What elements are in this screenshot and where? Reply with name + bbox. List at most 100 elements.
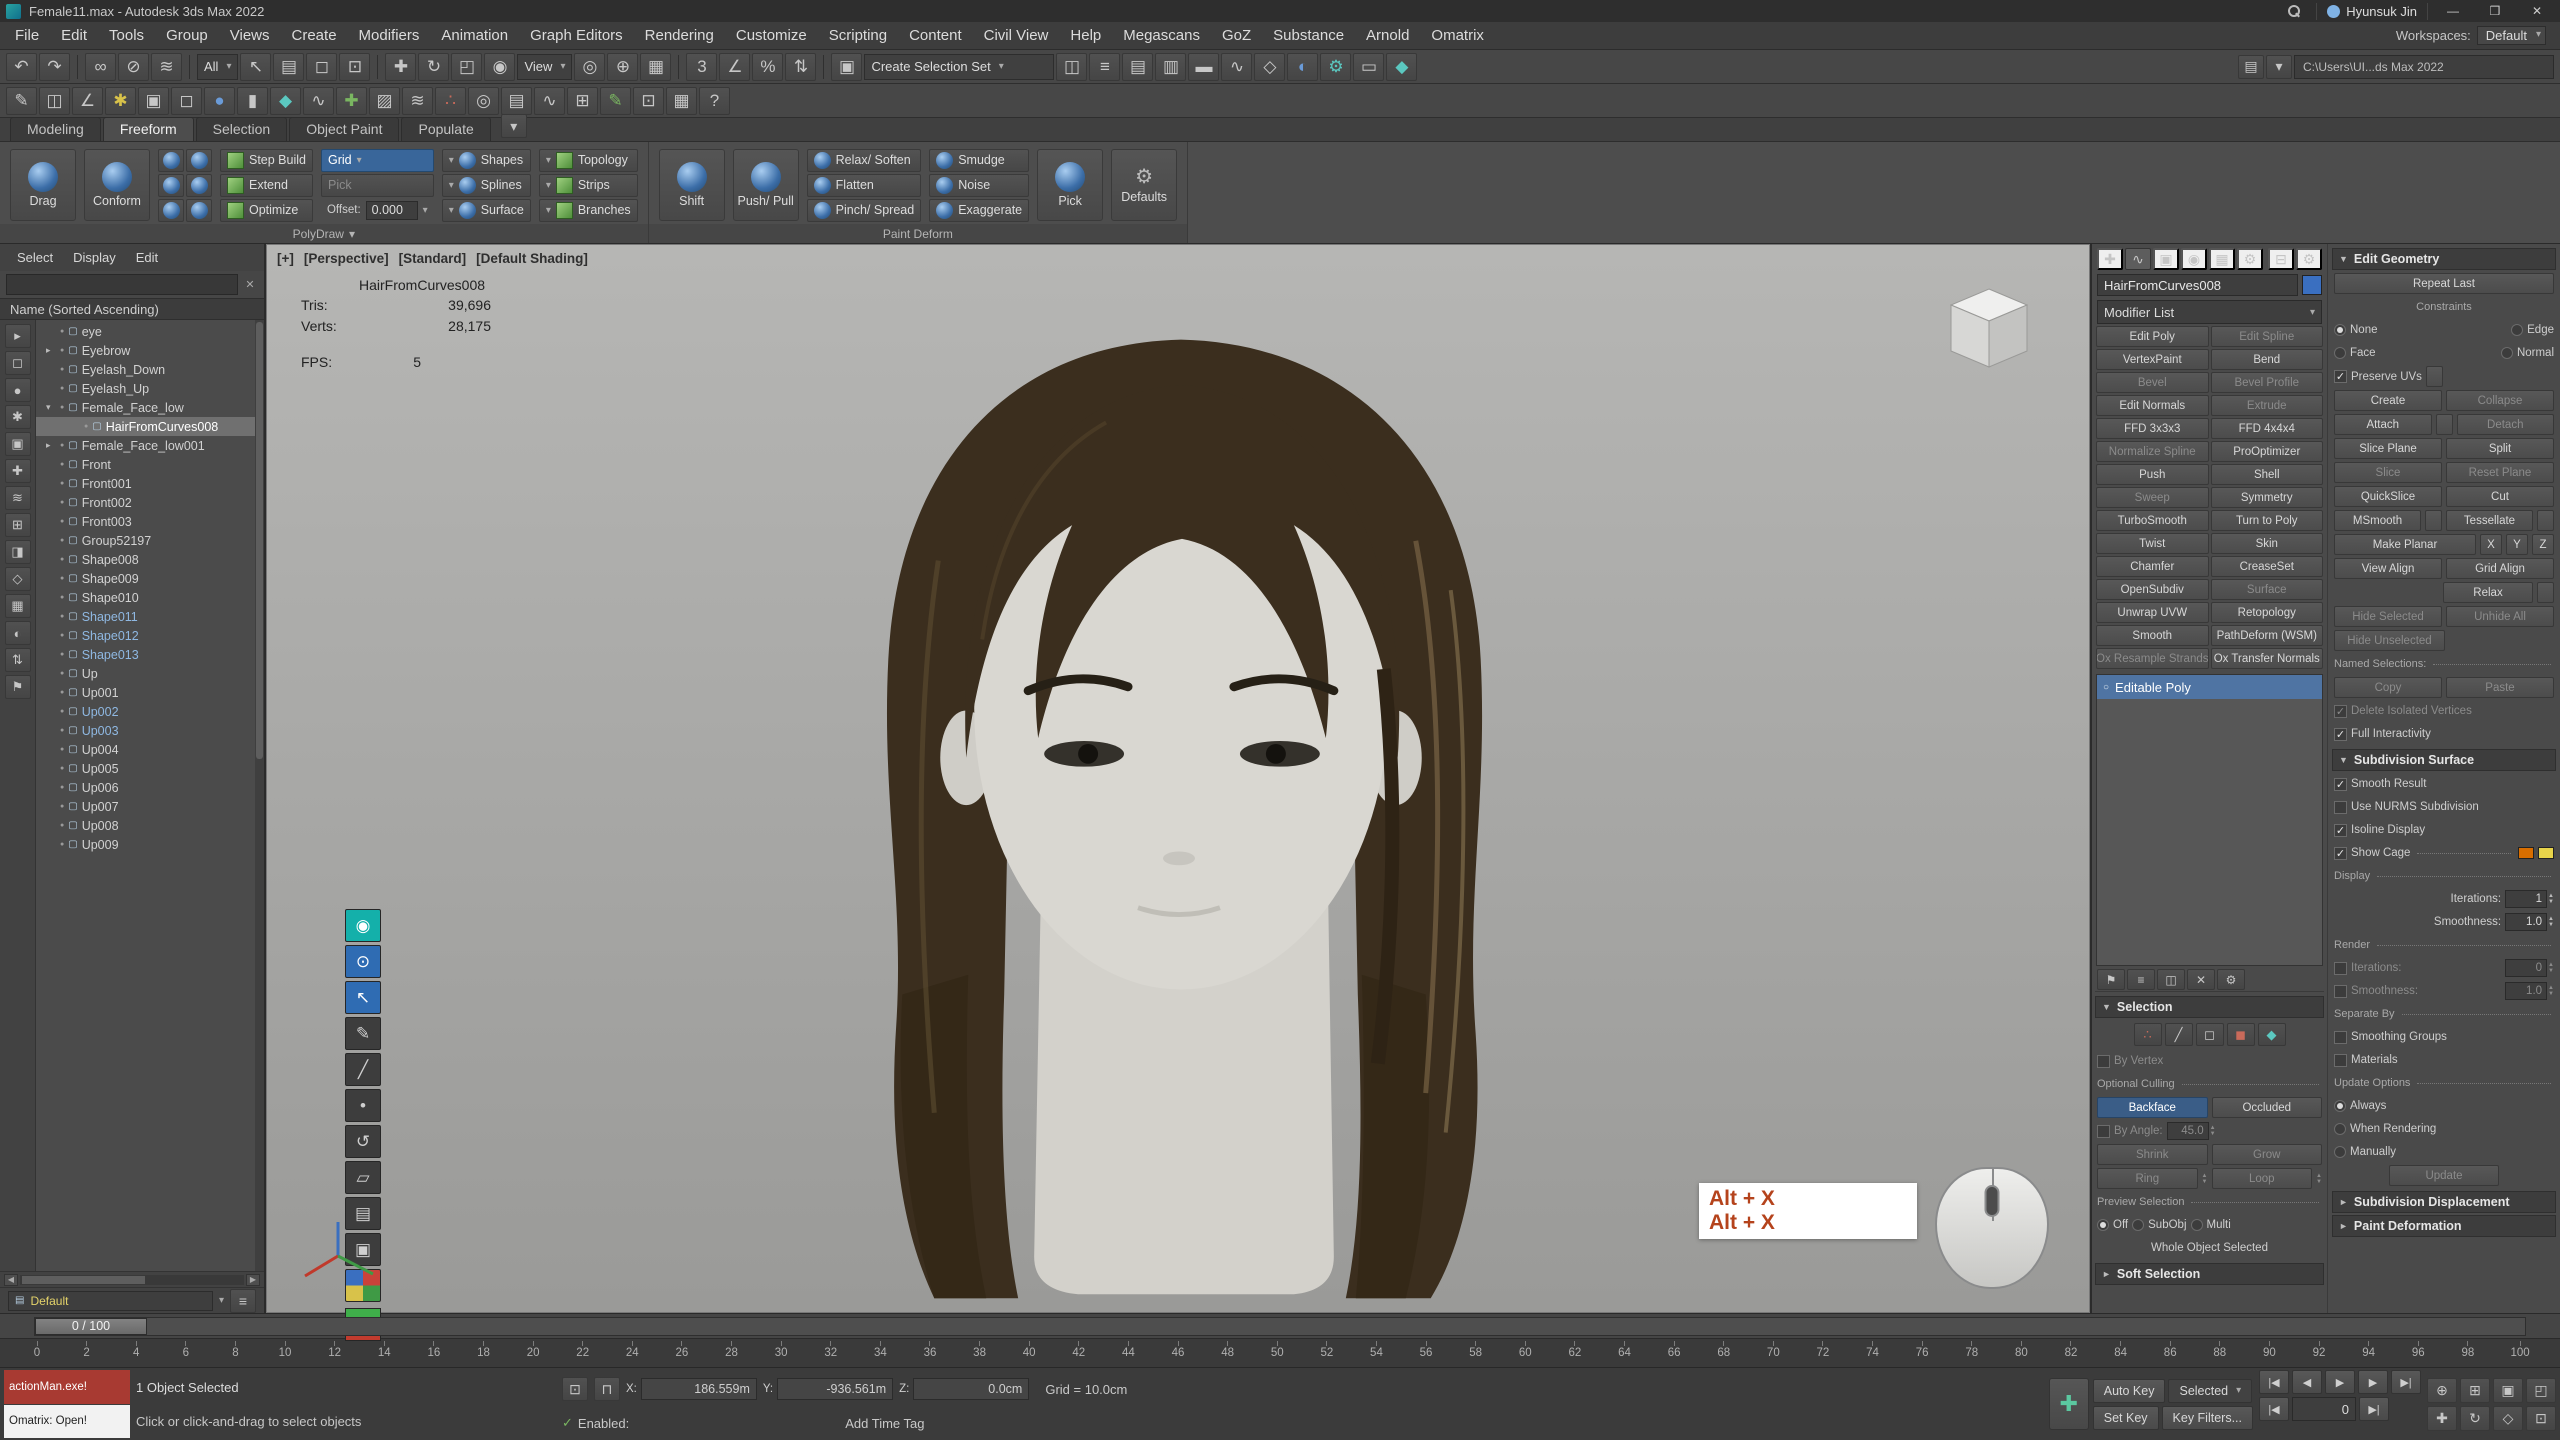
y-coordinate-field[interactable]: Y:-936.561m [763,1378,893,1400]
modify-tab-icon[interactable]: ∿ [2125,248,2151,270]
explorer-menu-item[interactable]: Display [64,248,125,267]
polydraw-brush-icon[interactable] [158,174,184,197]
paint-deformation-rollout-header[interactable]: ►Paint Deformation [2332,1215,2556,1237]
search-icon[interactable] [2288,5,2300,17]
modifier-button[interactable]: TurboSmooth [2096,510,2209,531]
render-iterations-spinner[interactable]: 0▲▼ [2505,959,2554,977]
pen-icon[interactable]: ✎ [345,1017,381,1050]
z-coordinate-field[interactable]: Z:0.0cm [899,1378,1029,1400]
strips-dropdown[interactable]: ▾Strips [539,174,638,197]
conform-button[interactable]: Conform [84,149,150,221]
relax-soften-button[interactable]: Relax/ Soften [807,149,922,172]
schematic-view-icon[interactable]: ◇ [1254,53,1285,81]
modifier-button[interactable]: Skin [2211,533,2324,554]
split-button[interactable]: Split [2446,438,2554,459]
offset-spinner[interactable]: Offset:0.000▾ [321,199,434,222]
listener-line-2[interactable]: Omatrix: Open! [4,1405,130,1439]
display-smoothness-spinner[interactable]: 1.0▲▼ [2505,913,2554,931]
topology-dropdown[interactable]: ▾Topology [539,149,638,172]
vertex-mode-icon[interactable]: ∴ [2134,1023,2162,1046]
visibility-dot-icon[interactable]: ● [84,423,88,430]
isolate-selection-icon[interactable]: ⊡ [562,1377,588,1401]
ring-button[interactable]: Ring [2097,1168,2198,1189]
display-shapes-icon[interactable]: ● [5,378,31,402]
set-key-button[interactable]: Set Key [2093,1406,2159,1430]
paint-icon[interactable]: ✎ [600,87,631,115]
cursor-icon[interactable]: ↖ [345,981,381,1014]
visibility-dot-icon[interactable]: ● [60,518,64,525]
display-bones-icon[interactable]: ◇ [5,567,31,591]
percent-snap-icon[interactable]: % [752,53,783,81]
copy-button[interactable]: Copy [2334,677,2442,698]
tree-row[interactable]: ▸ ● ▢ Eyebrow [36,341,264,360]
redo-icon[interactable]: ↷ [39,53,70,81]
angle-spinner[interactable]: 45.0▲▼ [2167,1122,2216,1140]
make-planar-button[interactable]: Make Planar [2334,534,2476,555]
active-layer-field[interactable]: ▤Default [8,1291,213,1311]
visibility-dot-icon[interactable]: ● [60,328,64,335]
named-selection-set-dropdown[interactable]: Create Selection Set▾ [864,54,1054,80]
unlink-selection-icon[interactable]: ⊘ [118,53,149,81]
modifier-button[interactable]: Symmetry [2211,487,2324,508]
modifier-button[interactable]: Edit Normals [2096,395,2209,416]
rollup-icon[interactable]: ⊟ [2268,248,2294,270]
select-and-link-icon[interactable]: ∞ [85,53,116,81]
object-color-swatch[interactable] [2302,275,2322,295]
optimize-button[interactable]: Optimize [220,199,313,222]
listener-line-1[interactable]: actionMan.exe! [4,1370,130,1404]
geometry-icon[interactable]: ◻ [171,87,202,115]
tree-row[interactable]: ▸ ● ▢ Female_Face_low001 [36,436,264,455]
bind-to-space-warp-icon[interactable]: ≋ [151,53,182,81]
visibility-dot-icon[interactable]: ● [60,727,64,734]
angle-snap-icon[interactable]: ∠ [719,53,750,81]
menu-item[interactable]: Scripting [818,24,898,47]
biped-icon[interactable]: ✚ [336,87,367,115]
ribbon-tab[interactable]: Freeform [103,117,194,141]
grid-align-button[interactable]: Grid Align [2446,558,2554,579]
polydraw-brush-icon[interactable] [186,199,212,222]
visibility-dot-icon[interactable]: ● [60,746,64,753]
soft-selection-rollout-header[interactable]: ►Soft Selection [2095,1263,2324,1285]
previous-frame-icon[interactable]: ◀ [2292,1370,2322,1394]
stack-item-editable-poly[interactable]: ○ Editable Poly [2097,675,2322,699]
panel-config-icon[interactable]: ⚙ [2296,248,2322,270]
by-vertex-checkbox[interactable] [2097,1055,2110,1068]
reset-plane-button[interactable]: Reset Plane [2446,462,2554,483]
scroll-right-icon[interactable]: ▶ [246,1274,260,1286]
visibility-dot-icon[interactable]: ● [60,575,64,582]
cylinder-icon[interactable]: ▮ [237,87,268,115]
push-pull-button[interactable]: Push/ Pull [733,149,799,221]
visibility-dot-icon[interactable]: ● [60,651,64,658]
explorer-column-header[interactable]: Name (Sorted Ascending) [0,298,264,320]
unhide-all-button[interactable]: Unhide All [2446,606,2554,627]
cut-button[interactable]: Cut [2446,486,2554,507]
preview-off-radio[interactable] [2097,1219,2109,1231]
menu-item[interactable]: Omatrix [1420,24,1495,47]
point-icon[interactable]: • [345,1089,381,1122]
select-and-scale-icon[interactable]: ◰ [451,53,482,81]
reference-coordinate-dropdown[interactable]: View▾ [517,54,572,80]
constraint-none-radio[interactable] [2334,324,2346,336]
detach-button[interactable]: Detach [2457,414,2555,435]
smudge-button[interactable]: Smudge [929,149,1029,172]
mirror-icon[interactable]: ◫ [1056,53,1087,81]
modifier-button[interactable]: Chamfer [2096,556,2209,577]
maxscript-icon[interactable]: ✎ [6,87,37,115]
branches-dropdown[interactable]: ▾Branches [539,199,638,222]
tree-row[interactable]: ● ▢ Shape010 [36,588,264,607]
hscroll-thumb[interactable] [22,1276,145,1284]
set-key-filter-dropdown[interactable]: Selected▾ [2168,1379,2252,1403]
polydraw-brush-icon[interactable] [186,149,212,172]
tessellate-settings-button[interactable] [2537,510,2554,531]
visibility-dot-icon[interactable]: ● [60,366,64,373]
visibility-dot-icon[interactable]: ● [60,537,64,544]
array-icon[interactable]: ⊞ [567,87,598,115]
splines-dropdown[interactable]: ▾Splines [442,174,531,197]
expand-arrow-icon[interactable]: ▸ [46,440,56,451]
ribbon-tab[interactable]: Populate [401,117,490,141]
render-production-icon[interactable]: ◆ [1386,53,1417,81]
polygon-mode-icon[interactable]: ◼ [2227,1023,2255,1046]
select-object-icon[interactable]: ↖ [240,53,271,81]
menu-item[interactable]: GoZ [1211,24,1262,47]
utilities-tab-icon[interactable]: ⚙ [2237,248,2263,270]
